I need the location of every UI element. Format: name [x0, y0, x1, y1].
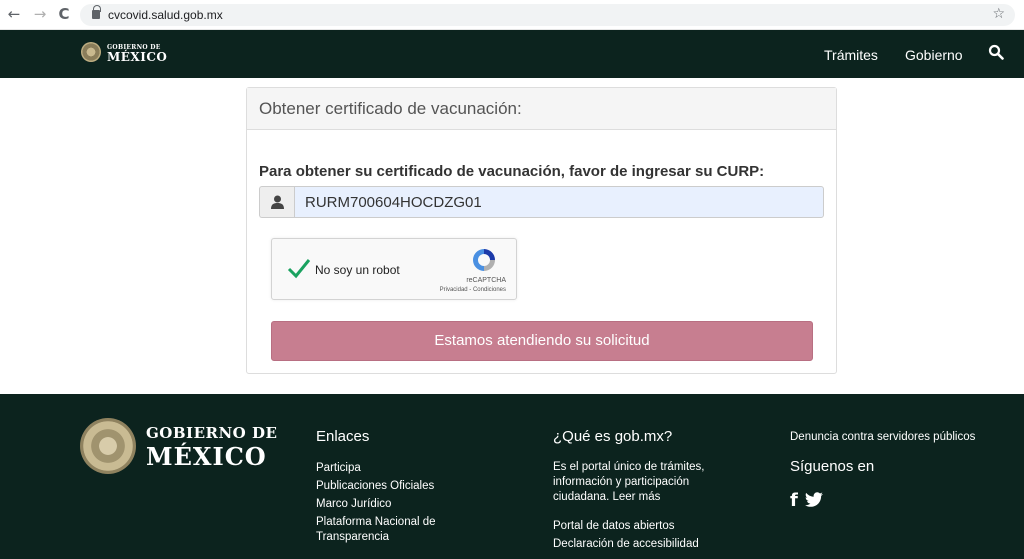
recaptcha-widget: No soy un robot reCAPTCHA Privacidad - C…	[271, 238, 517, 300]
footer-link-transparencia[interactable]: Plataforma Nacional de Transparencia	[316, 515, 476, 545]
follow-heading: Síguenos en	[790, 458, 875, 475]
what-heading: ¿Qué es gob.mx?	[553, 428, 673, 445]
back-button[interactable]: ←	[6, 6, 22, 22]
curp-input-group	[259, 186, 824, 218]
footer-link-accesibilidad[interactable]: Declaración de accesibilidad	[553, 537, 699, 552]
footer-link-datos[interactable]: Portal de datos abiertos	[553, 519, 674, 534]
recaptcha-links[interactable]: Privacidad - Condiciones	[440, 287, 506, 293]
seal-icon	[80, 418, 136, 474]
browser-toolbar: ← → C cvcovid.salud.gob.mx ☆	[0, 0, 1024, 30]
address-bar[interactable]: cvcovid.salud.gob.mx ☆	[80, 4, 1015, 26]
curp-input[interactable]	[294, 186, 824, 218]
links-heading: Enlaces	[316, 428, 370, 445]
forward-button[interactable]: →	[32, 6, 48, 22]
footer-link-denuncia[interactable]: Denuncia contra servidores públicos	[790, 430, 975, 445]
url-text: cvcovid.salud.gob.mx	[108, 8, 223, 22]
seal-icon	[81, 42, 101, 62]
submit-button[interactable]: Estamos atendiendo su solicitud	[271, 321, 813, 361]
input-addon	[259, 186, 294, 218]
checkmark-icon[interactable]	[287, 256, 311, 280]
captcha-label: No soy un robot	[315, 263, 400, 277]
user-icon	[271, 195, 284, 209]
footer-brand-top: GOBIERNO DE	[146, 424, 278, 442]
footer-link-publicaciones[interactable]: Publicaciones Oficiales	[316, 479, 434, 494]
twitter-icon[interactable]	[804, 492, 824, 508]
what-text: Es el portal único de trámites, informac…	[553, 461, 705, 503]
reload-button[interactable]: C	[56, 6, 72, 22]
recaptcha-logo	[473, 249, 495, 271]
footer-link-participa[interactable]: Participa	[316, 461, 361, 476]
site-footer: GOBIERNO DE MÉXICO Enlaces Participa Pub…	[0, 394, 1024, 559]
star-icon[interactable]: ☆	[992, 6, 1005, 22]
site-header: GOBIERNO DE MÉXICO Trámites Gobierno	[0, 30, 1024, 78]
facebook-icon[interactable]: f	[790, 490, 798, 511]
nav-link-tramites[interactable]: Trámites	[824, 47, 878, 63]
footer-brand-main: MÉXICO	[146, 442, 267, 471]
search-icon[interactable]	[988, 44, 1004, 60]
card-header: Obtener certificado de vacunación:	[247, 88, 836, 130]
lock-icon	[92, 5, 101, 19]
curp-prompt: Para obtener su certificado de vacunació…	[259, 163, 765, 180]
certificate-card: Obtener certificado de vacunación: Para …	[246, 87, 837, 374]
card-title: Obtener certificado de vacunación:	[259, 99, 522, 118]
nav-link-gobierno[interactable]: Gobierno	[905, 47, 963, 63]
recaptcha-brand: reCAPTCHA	[466, 277, 506, 284]
footer-link-marco[interactable]: Marco Jurídico	[316, 497, 391, 512]
logo-main-text: MÉXICO	[107, 50, 168, 64]
